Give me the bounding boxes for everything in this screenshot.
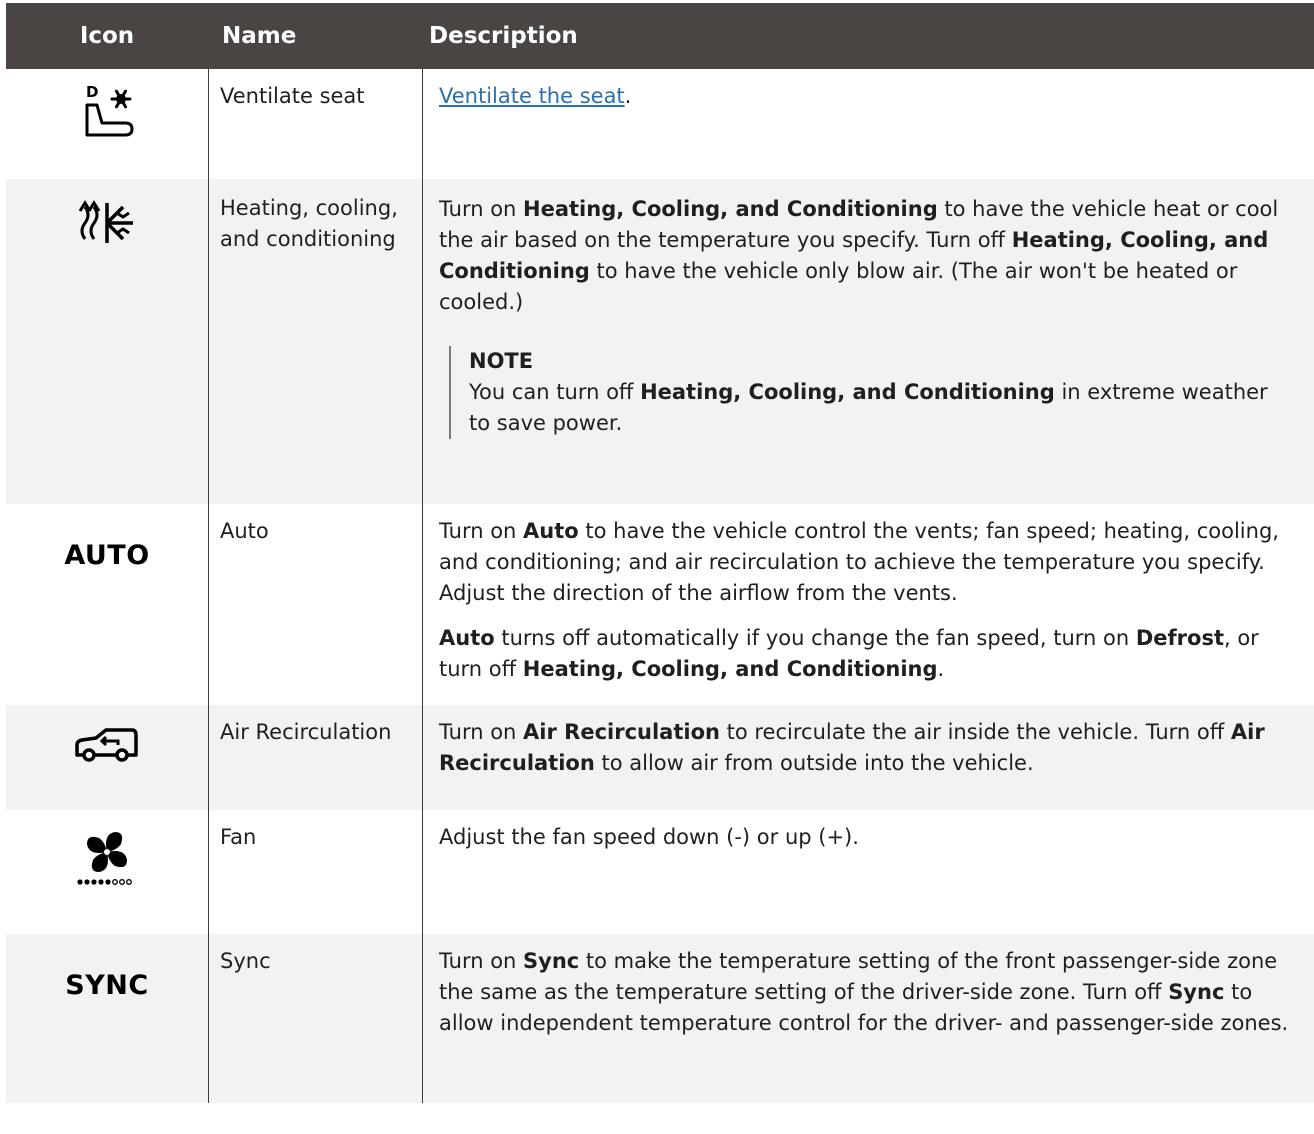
table-row: D Ventilate seat Ventilate the seat. — [6, 69, 1314, 179]
icon-cell — [6, 810, 208, 934]
description-paragraph: Auto turns off automatically if you chan… — [439, 626, 1259, 681]
name-cell: Air Recirculation — [208, 705, 422, 810]
row-name: Heating, cooling, and conditioning — [220, 196, 398, 251]
header-name: Name — [222, 23, 297, 49]
description-cell: Turn on Heating, Cooling, and Conditioni… — [422, 179, 1314, 504]
name-cell: Ventilate seat — [208, 69, 422, 179]
icon-cell — [6, 705, 208, 810]
row-name: Air Recirculation — [220, 720, 392, 744]
description-cell: Turn on Auto to have the vehicle control… — [422, 504, 1314, 705]
description-paragraph: Turn on Sync to make the temperature set… — [439, 949, 1289, 1035]
icon-cell: AUTO — [6, 504, 208, 705]
sync-icon: SYNC — [65, 970, 149, 1001]
note-text: You can turn off Heating, Cooling, and C… — [469, 380, 1268, 435]
table-row: Air Recirculation Turn on Air Recirculat… — [6, 705, 1314, 810]
description-cell: Ventilate the seat. — [422, 69, 1314, 179]
header-icon: Icon — [79, 23, 135, 49]
description-paragraph: Adjust the fan speed down (-) or up (+). — [439, 825, 859, 849]
description-cell: Turn on Sync to make the temperature set… — [422, 934, 1314, 1103]
fan-icon — [77, 832, 132, 885]
ventilate-seat-icon: D — [85, 83, 134, 137]
auto-icon: AUTO — [64, 540, 150, 571]
description-cell: Adjust the fan speed down (-) or up (+). — [422, 810, 1314, 934]
description-cell: Turn on Air Recirculation to recirculate… — [422, 705, 1314, 810]
table-row: AUTO Auto Turn on Auto to have the vehic… — [6, 504, 1314, 705]
table-row: Fan Adjust the fan speed down (-) or up … — [6, 810, 1314, 934]
note-title: NOTE — [469, 349, 534, 373]
description-paragraph: Turn on Heating, Cooling, and Conditioni… — [439, 197, 1279, 314]
table-row: SYNC Sync Turn on Sync to make the tempe… — [6, 934, 1314, 1103]
row-name: Ventilate seat — [220, 84, 365, 108]
description-paragraph: Turn on Auto to have the vehicle control… — [439, 519, 1279, 605]
icon-cell: D — [6, 69, 208, 179]
row-name: Auto — [220, 519, 269, 543]
row-name: Sync — [220, 949, 271, 973]
hvac-heat-cool-icon — [78, 200, 133, 243]
row-name: Fan — [220, 825, 257, 849]
ventilate-seat-link[interactable]: Ventilate the seat — [439, 84, 625, 108]
icon-cell: SYNC — [6, 934, 208, 1103]
svg-text:D: D — [86, 83, 98, 101]
note-callout: NOTE You can turn off Heating, Cooling, … — [449, 346, 1294, 439]
header-description: Description — [429, 23, 578, 49]
name-cell: Sync — [208, 934, 422, 1103]
name-cell: Auto — [208, 504, 422, 705]
controls-table: Icon Name Description D Ventilate seat V… — [6, 3, 1314, 1103]
air-recirculation-icon — [75, 728, 138, 762]
description-paragraph: Turn on Air Recirculation to recirculate… — [439, 720, 1265, 775]
table-header: Icon Name Description — [6, 3, 1314, 69]
table-row: Heating, cooling, and conditioning Turn … — [6, 179, 1314, 504]
name-cell: Fan — [208, 810, 422, 934]
name-cell: Heating, cooling, and conditioning — [208, 179, 422, 504]
icon-cell — [6, 179, 208, 504]
